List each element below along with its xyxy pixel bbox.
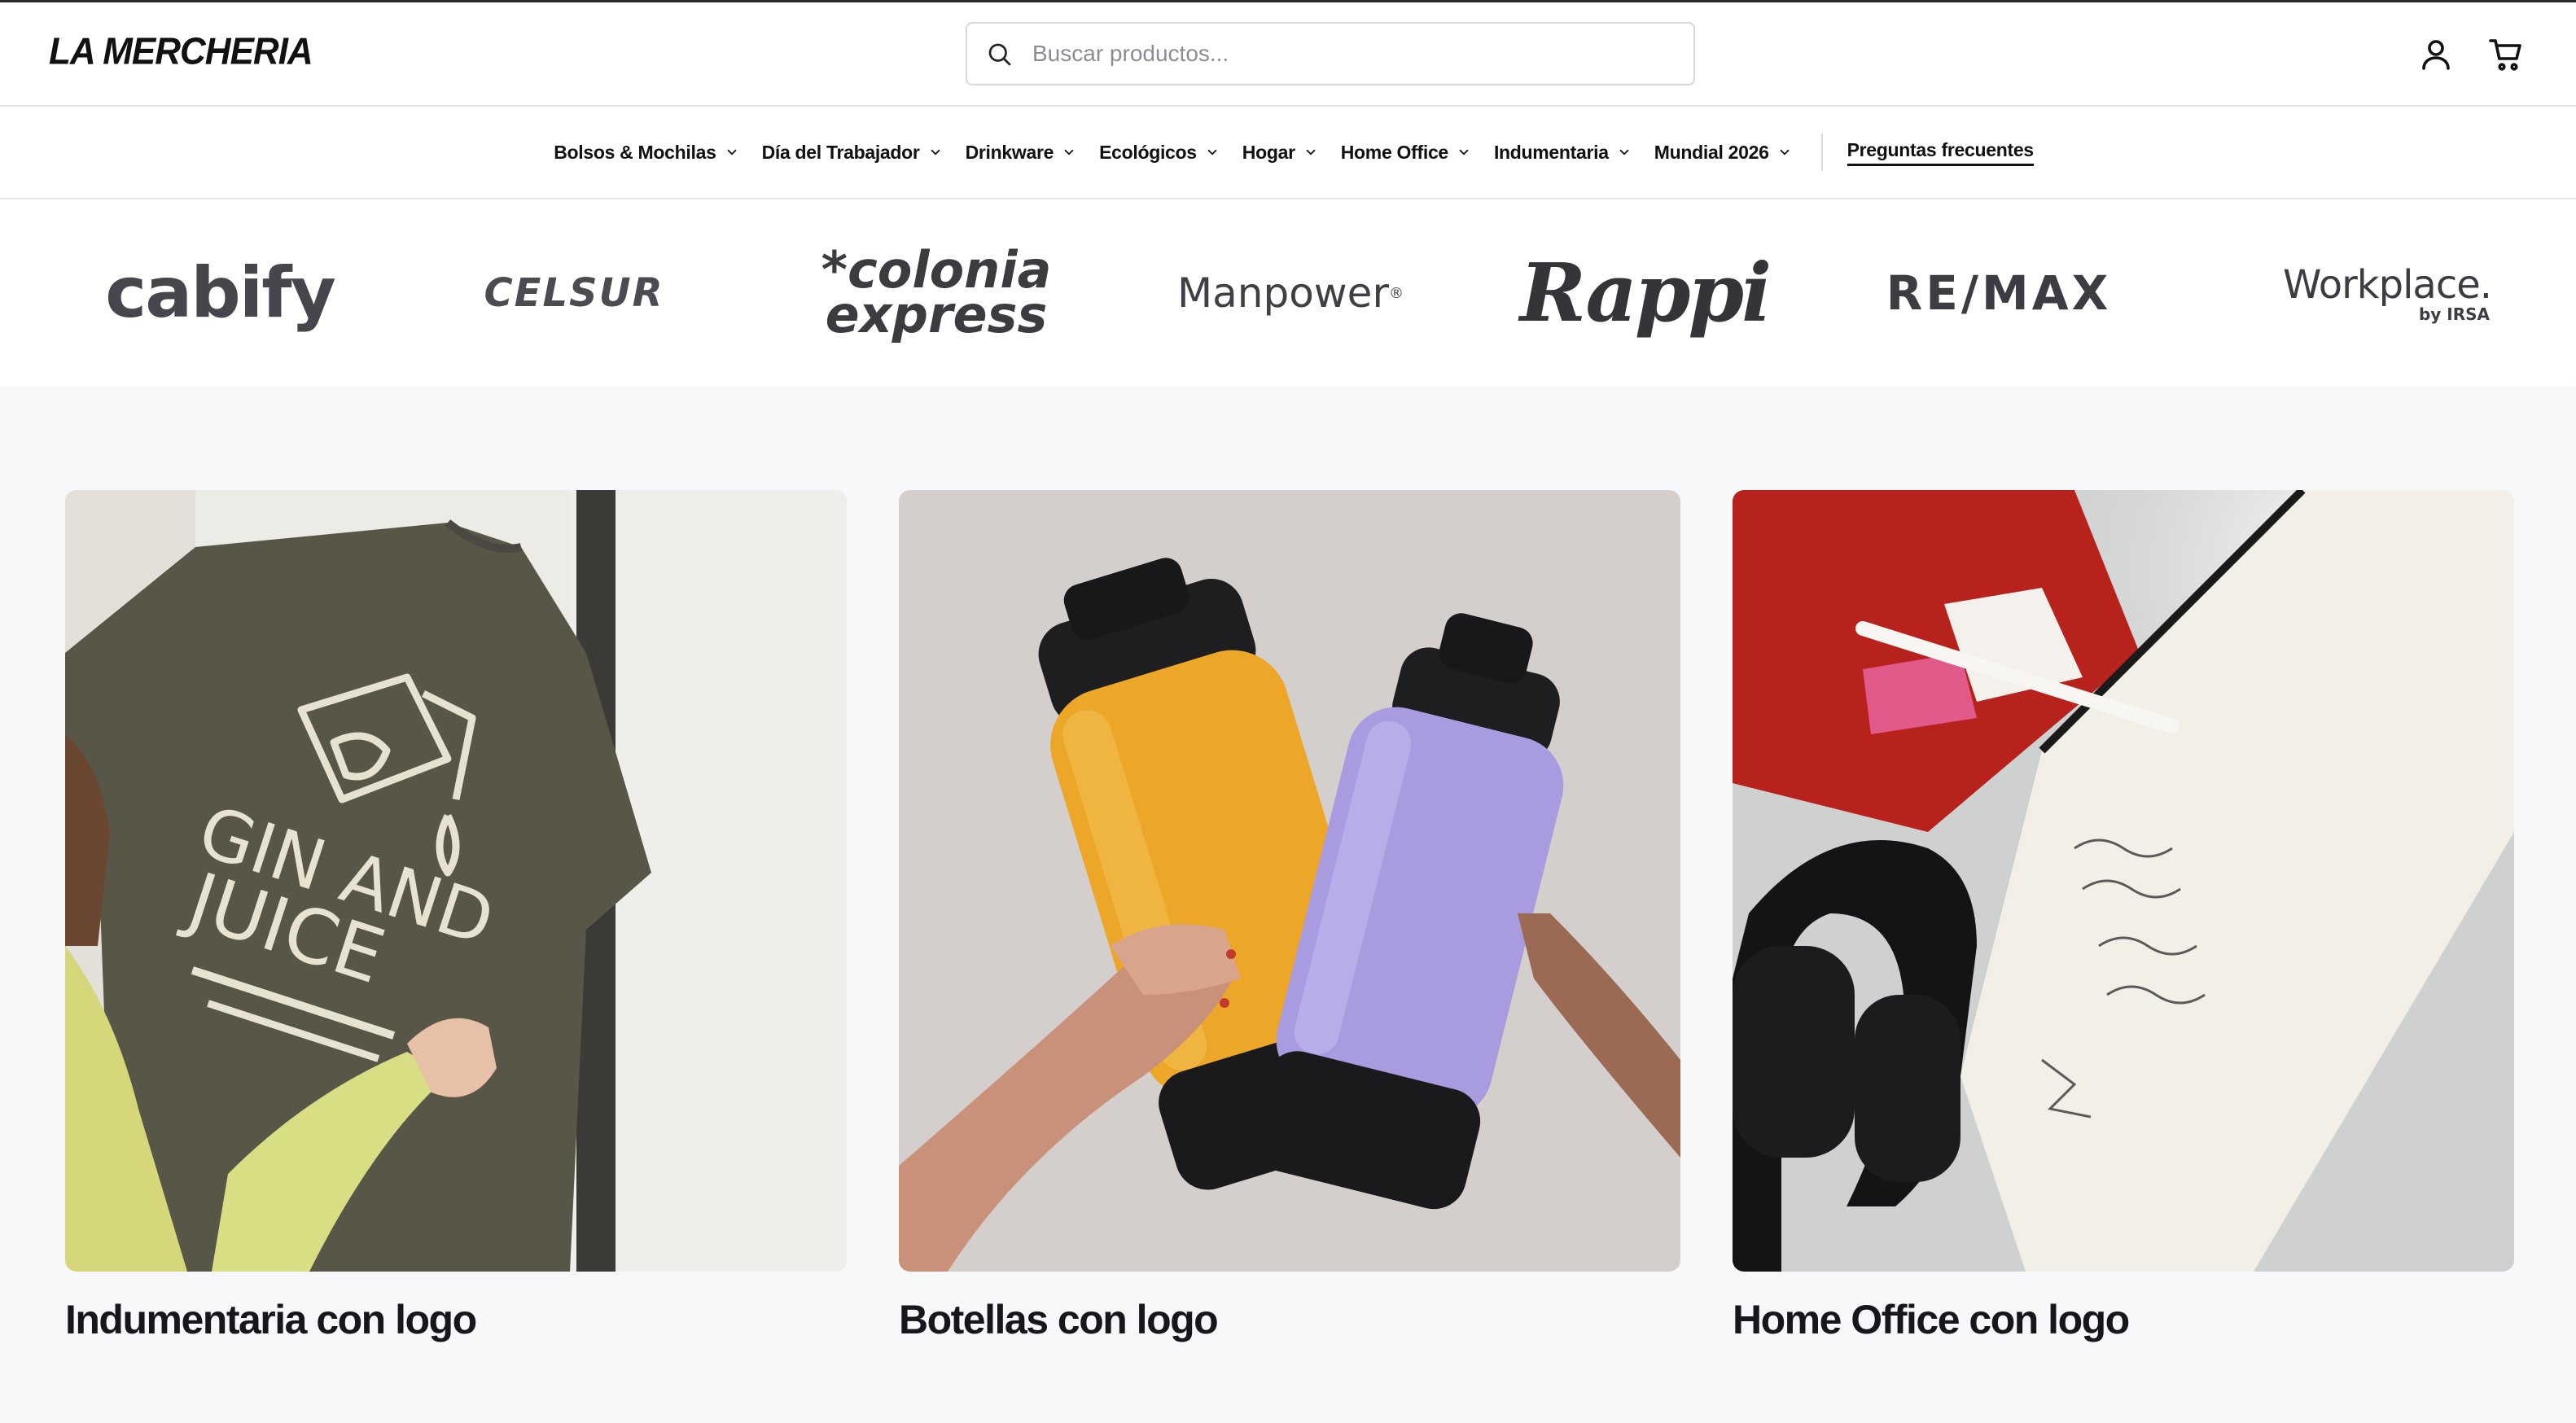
category-card-indumentaria[interactable]: GIN AND JUICE Indumentaria con logo — [65, 490, 847, 1343]
brand-logo-cabify: cabify — [105, 252, 336, 334]
nav-item-label: Indumentaria — [1493, 141, 1609, 163]
home-office-photo — [1733, 490, 2514, 1272]
nav-item-ecologicos[interactable]: Ecológicos — [1099, 142, 1220, 164]
category-card-home-office[interactable]: Home Office con logo — [1733, 490, 2514, 1343]
main-nav: Bolsos & Mochilas Día del Trabajador Dri… — [0, 107, 2576, 199]
chevron-down-icon — [1306, 149, 1316, 155]
category-title[interactable]: Botellas con logo — [899, 1296, 1680, 1343]
bottles-photo — [899, 490, 1680, 1272]
nav-item-hogar[interactable]: Hogar — [1242, 142, 1318, 164]
nav-item-label: Home Office — [1340, 141, 1448, 163]
nav-item-home-office[interactable]: Home Office — [1341, 142, 1471, 164]
site-header: LA MERCHERIA — [0, 2, 2576, 107]
category-image-home-office[interactable] — [1733, 490, 2514, 1272]
brand-logo-workplace-sub: by IRSA — [2418, 304, 2490, 324]
brand-logo-workplace-text: Workplace. — [2283, 262, 2492, 308]
user-icon[interactable] — [2416, 35, 2456, 74]
brand-logo-manpower: Manpower ® — [1172, 199, 1408, 387]
chevron-down-icon — [1780, 149, 1790, 155]
category-title[interactable]: Indumentaria con logo — [65, 1296, 847, 1343]
brand-logo-manpower-text: Manpower — [1176, 269, 1389, 317]
brand-logo-colonia-line2: express — [825, 285, 1048, 344]
nav-item-indumentaria[interactable]: Indumentaria — [1494, 142, 1632, 164]
chevron-down-icon — [1207, 149, 1217, 155]
nav-item-label: Ecológicos — [1099, 141, 1197, 163]
category-title[interactable]: Home Office con logo — [1733, 1296, 2514, 1343]
cart-icon[interactable] — [2486, 35, 2526, 74]
nav-item-dia-trabajador[interactable]: Día del Trabajador — [762, 142, 943, 164]
brand-logo-rappi: Rappi — [1519, 246, 1772, 340]
nav-item-label: Hogar — [1242, 141, 1295, 163]
brand-logo-remax: RE/MAX — [1886, 265, 2112, 321]
nav-item-label: Drinkware — [965, 141, 1054, 163]
brand-logo-workplace: Workplace. by IRSA — [2247, 199, 2492, 387]
nav-item-bolsos[interactable]: Bolsos & Mochilas — [554, 142, 738, 164]
nav-item-label: Día del Trabajador — [761, 141, 920, 163]
search-bar[interactable] — [966, 22, 1695, 85]
chevron-down-icon — [1459, 149, 1469, 155]
registered-mark: ® — [1389, 284, 1404, 302]
chevron-down-icon — [931, 149, 940, 155]
nav-divider — [1820, 134, 1823, 171]
brand-logo-colonia-express: *colonia express — [814, 199, 1058, 387]
nav-item-label: Bolsos & Mochilas — [554, 141, 716, 163]
site-logo[interactable]: LA MERCHERIA — [49, 31, 313, 74]
category-image-bottles[interactable] — [899, 490, 1680, 1272]
search-input[interactable] — [1032, 24, 1676, 84]
chevron-down-icon — [727, 149, 736, 155]
nav-item-mundial-2026[interactable]: Mundial 2026 — [1654, 142, 1792, 164]
nav-item-label: Mundial 2026 — [1654, 141, 1769, 163]
search-icon — [988, 43, 1011, 66]
client-logos-strip: cabify CELSUR *colonia express Manpower ®… — [0, 199, 2576, 387]
tshirt-photo: GIN AND JUICE — [65, 490, 847, 1272]
brand-logo-celsur: CELSUR — [484, 270, 664, 316]
category-image-tshirt[interactable]: GIN AND JUICE — [65, 490, 847, 1272]
nav-item-drinkware[interactable]: Drinkware — [966, 142, 1077, 164]
category-card-botellas[interactable]: Botellas con logo — [899, 490, 1680, 1343]
chevron-down-icon — [1619, 149, 1629, 155]
nav-link-faq[interactable]: Preguntas frecuentes — [1847, 139, 2034, 166]
chevron-down-icon — [1064, 149, 1074, 155]
